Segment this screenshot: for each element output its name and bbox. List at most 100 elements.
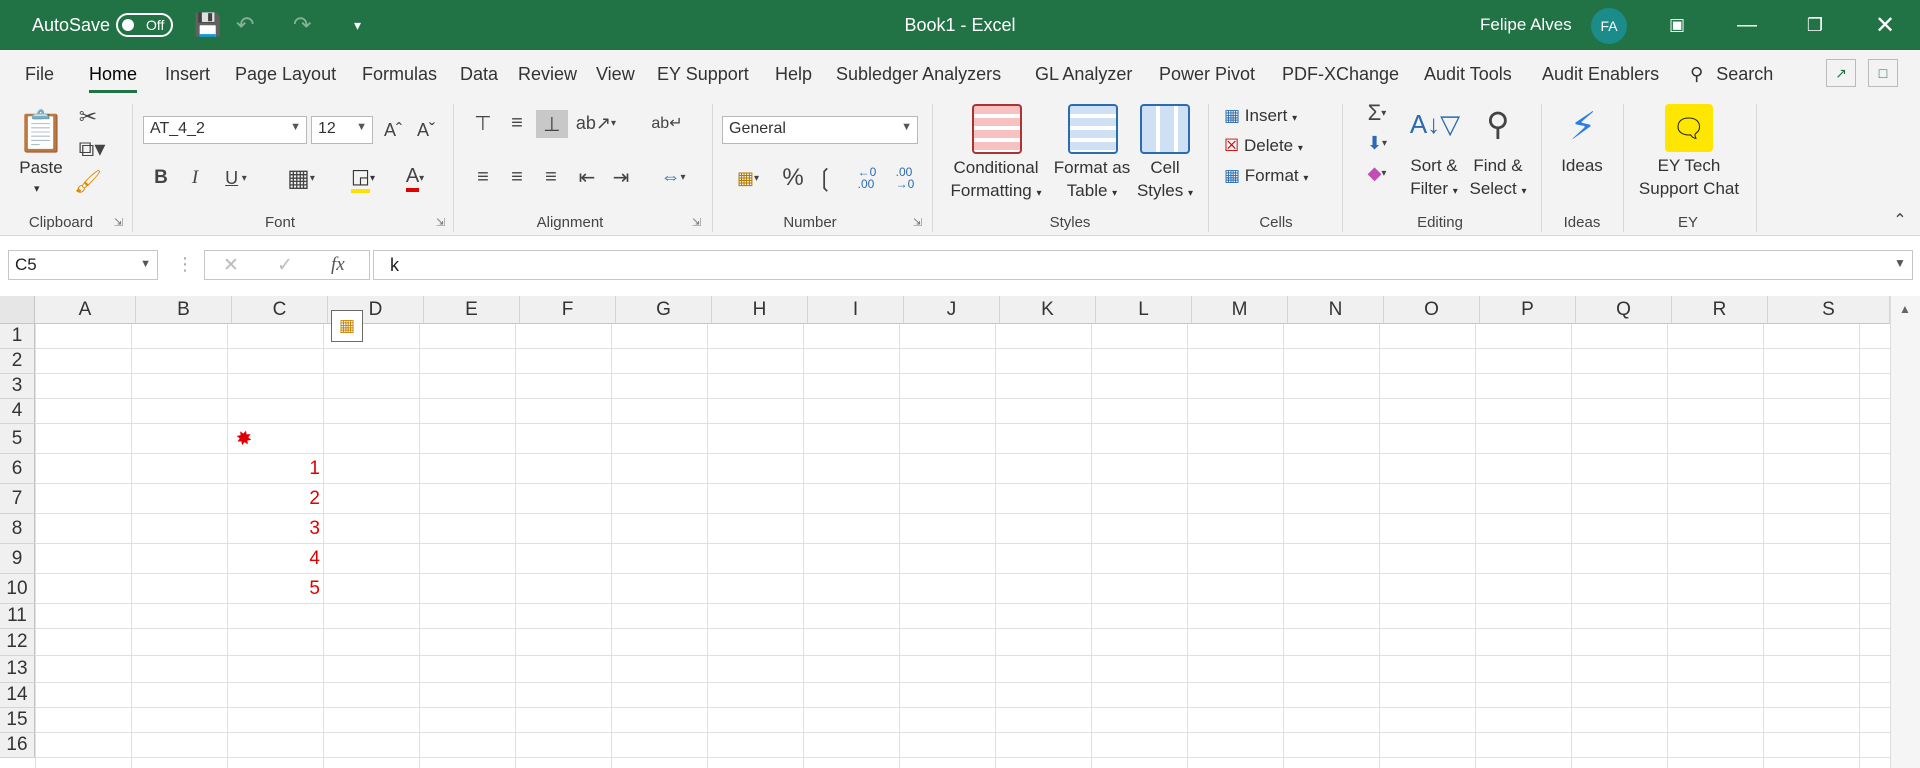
cell-c10[interactable]: 5 [232,578,320,600]
share-icon[interactable]: ↗ [1826,59,1856,87]
column-header-k[interactable]: K [1000,296,1096,324]
bottom-align-icon[interactable]: ⊥ [536,110,568,138]
column-header-b[interactable]: B [136,296,232,324]
row-header-15[interactable]: 15 [0,708,35,733]
row-header-11[interactable]: 11 [0,604,35,629]
row-header-2[interactable]: 2 [0,349,35,374]
column-header-f[interactable]: F [520,296,616,324]
font-size-combo[interactable]: 12 ▼ [311,116,373,144]
font-color-icon[interactable]: A ▾ [392,164,438,192]
column-header-o[interactable]: O [1384,296,1480,324]
tab-audit-enablers[interactable]: Audit Enablers [1542,64,1659,85]
tab-formulas[interactable]: Formulas [362,64,437,85]
paste-button[interactable]: Paste [18,156,64,179]
name-box[interactable]: C5 ▼ [8,250,158,280]
ideas-icon[interactable]: ⚡ [1560,102,1606,150]
row-header-14[interactable]: 14 [0,683,35,708]
row-header-4[interactable]: 4 [0,399,35,424]
wrap-text-icon[interactable]: ab↵ [651,110,682,136]
find-select-icon[interactable]: ⚲ [1474,102,1522,146]
select-all-corner[interactable] [0,296,35,324]
row-header-5[interactable]: 5 [0,424,35,454]
cell-c8[interactable]: 3 [232,518,320,540]
decrease-decimal-icon[interactable]: .00 →0 [888,162,922,194]
cancel-icon[interactable]: ✕ [223,254,239,277]
tab-insert[interactable]: Insert [165,64,210,85]
autosave-toggle[interactable]: Off [116,13,173,37]
row-header-8[interactable]: 8 [0,514,35,544]
clipboard-launcher-icon[interactable]: ⇲ [114,216,123,229]
fill-color-icon[interactable]: ◲ ▾ [338,164,388,193]
expand-formula-bar-icon[interactable]: ▼ [1894,256,1906,270]
insert-function-icon[interactable]: fx [331,254,345,276]
top-align-icon[interactable]: ⊤ [470,110,496,136]
formula-input[interactable]: k [373,250,1913,280]
tab-subledger-analyzers[interactable]: Subledger Analyzers [836,64,1001,85]
column-header-a[interactable]: A [35,296,136,324]
font-launcher-icon[interactable]: ⇲ [436,216,445,229]
copy-icon[interactable]: ⧉▾ [72,136,112,162]
tab-ey-support[interactable]: EY Support [657,64,749,85]
tab-view[interactable]: View [596,64,635,85]
increase-font-icon[interactable]: Aˆ [380,116,406,144]
orientation-icon[interactable]: ab↗ ▾ [574,110,618,136]
align-left-icon[interactable]: ≡ [470,164,496,190]
cell-c9[interactable]: 4 [232,548,320,570]
bold-icon[interactable]: B [150,164,172,192]
paste-dropdown-icon[interactable]: ▾ [34,178,40,201]
tab-power-pivot[interactable]: Power Pivot [1159,64,1255,85]
vertical-scrollbar[interactable]: ▲ [1890,296,1920,768]
delete-cells-button[interactable]: ☒ Delete ▾ [1224,134,1303,160]
decrease-font-icon[interactable]: Aˇ [413,116,439,144]
cell-area[interactable] [35,324,1890,768]
tab-page-layout[interactable]: Page Layout [235,64,336,85]
column-header-c[interactable]: C [232,296,328,324]
tab-audit-tools[interactable]: Audit Tools [1424,64,1512,85]
row-header-16[interactable]: 16 [0,733,35,758]
format-as-table-button[interactable]: Format as Table ▾ [1050,156,1134,205]
user-name[interactable]: Felipe Alves [1480,0,1572,50]
cell-c7[interactable]: 2 [232,488,320,510]
sort-filter-icon[interactable]: A↓▽ [1410,102,1460,146]
column-header-m[interactable]: M [1192,296,1288,324]
clear-icon[interactable]: ◆ ▾ [1356,160,1398,186]
format-cells-button[interactable]: ▦ Format ▾ [1224,164,1308,190]
quick-analysis-icon[interactable]: ▦ [331,310,363,342]
tab-gl-analyzer[interactable]: GL Analyzer [1035,64,1132,85]
row-header-12[interactable]: 12 [0,629,35,656]
comma-style-icon[interactable]: ❲ [814,164,836,192]
tab-home[interactable]: Home [89,64,138,93]
close-icon[interactable]: ✕ [1860,0,1910,50]
align-right-icon[interactable]: ≡ [538,164,564,190]
restore-icon[interactable]: ❐ [1790,0,1840,50]
decrease-indent-icon[interactable]: ⇤ [574,164,600,190]
tab-data[interactable]: Data [460,64,498,85]
column-header-p[interactable]: P [1480,296,1576,324]
column-header-s[interactable]: S [1768,296,1890,324]
column-header-l[interactable]: L [1096,296,1192,324]
ey-support-chat-icon[interactable]: 🗨 [1665,104,1713,152]
cell-c6[interactable]: 1 [232,458,320,480]
column-header-g[interactable]: G [616,296,712,324]
align-center-icon[interactable]: ≡ [504,164,530,190]
row-header-1[interactable]: 1 [0,324,35,349]
save-icon[interactable]: 💾 [194,0,221,50]
middle-align-icon[interactable]: ≡ [504,110,530,136]
column-header-q[interactable]: Q [1576,296,1672,324]
tab-review[interactable]: Review [518,64,577,85]
ideas-button[interactable]: Ideas [1554,154,1610,177]
sort-filter-button[interactable]: Sort & Filter ▾ [1402,154,1466,203]
cell-styles-button[interactable]: Cell Styles ▾ [1134,156,1196,205]
row-header-10[interactable]: 10 [0,574,35,604]
column-header-h[interactable]: H [712,296,808,324]
undo-icon[interactable]: ↶ [236,0,254,50]
enter-icon[interactable]: ✓ [277,254,293,277]
row-header-6[interactable]: 6 [0,454,35,484]
conditional-formatting-icon[interactable] [972,104,1022,154]
column-header-i[interactable]: I [808,296,904,324]
fill-icon[interactable]: ⬇ ▾ [1356,130,1398,156]
customize-qat-icon[interactable]: ▾ [354,0,361,50]
increase-indent-icon[interactable]: ⇥ [608,164,634,190]
row-header-7[interactable]: 7 [0,484,35,514]
increase-decimal-icon[interactable]: ←0.00 [850,162,884,194]
